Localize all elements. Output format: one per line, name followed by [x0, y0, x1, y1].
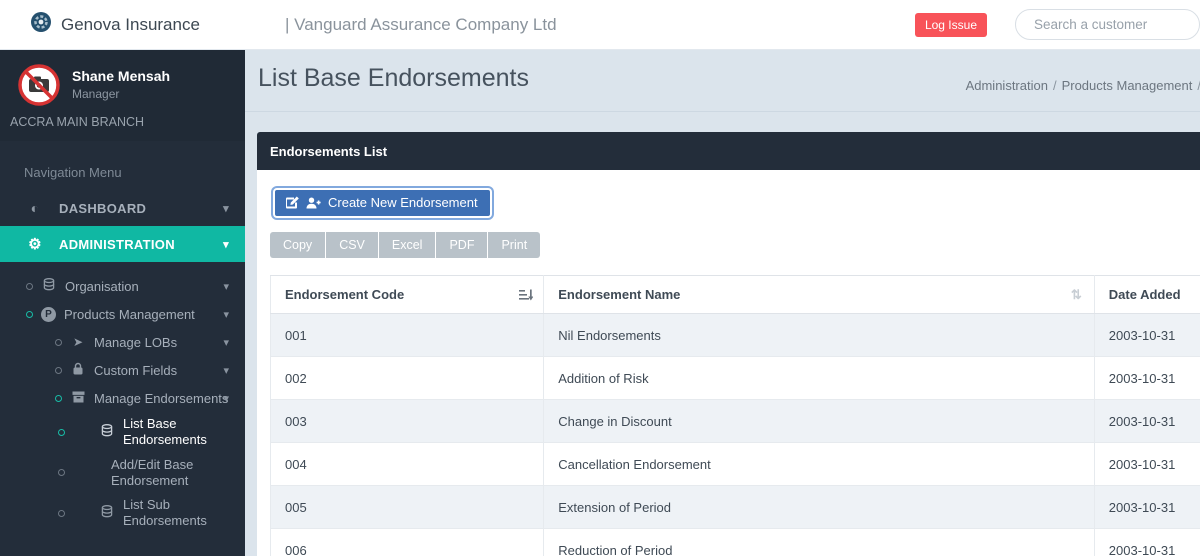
- sidebar-item-list-sub-endorsements[interactable]: List Sub Endorsements: [0, 493, 245, 534]
- products-icon: P: [41, 307, 56, 322]
- sidebar-item-manage-endorsements[interactable]: Manage Endorsements ▾: [0, 384, 245, 412]
- breadcrumb: Administration/Products Management/: [966, 64, 1200, 93]
- sidebar-item-dashboard[interactable]: ◐ DASHBOARD ▾: [0, 190, 245, 226]
- column-header-endorsement-name[interactable]: Endorsement Name ⇅: [544, 276, 1095, 314]
- sidebar-item-administration[interactable]: ⚙ ADMINISTRATION ▾: [0, 226, 245, 262]
- column-header-date-added[interactable]: Date Added: [1094, 276, 1200, 314]
- chevron-down-icon: ▾: [223, 238, 229, 251]
- bullet-icon: [58, 429, 65, 436]
- user-branch: ACCRA MAIN BRANCH: [10, 115, 235, 129]
- export-button-group: Copy CSV Excel PDF Print: [270, 232, 1200, 258]
- table-row[interactable]: 004 Cancellation Endorsement 2003-10-31: [271, 443, 1200, 486]
- breadcrumb-administration[interactable]: Administration: [966, 78, 1048, 93]
- archive-icon: [70, 390, 86, 406]
- bullet-icon: [58, 510, 65, 517]
- bullet-icon: [26, 283, 33, 290]
- navigation-menu-label: Navigation Menu: [0, 141, 245, 190]
- table-row[interactable]: 002 Addition of Risk 2003-10-31: [271, 357, 1200, 400]
- user-plus-icon: [306, 197, 321, 209]
- sidebar-item-add-edit-base-endorsement[interactable]: Add/Edit Base Endorsement: [0, 453, 245, 494]
- chevron-down-icon: ▾: [223, 336, 229, 349]
- sidebar-item-custom-fields[interactable]: Custom Fields ▾: [0, 356, 245, 384]
- chevron-down-icon: ▾: [223, 280, 229, 293]
- brand[interactable]: Genova Insurance: [0, 11, 245, 38]
- bullet-icon: [55, 339, 62, 346]
- stack-icon: [99, 424, 115, 440]
- topbar: Genova Insurance | Vanguard Assurance Co…: [0, 0, 1200, 50]
- chevron-down-icon: ▾: [223, 308, 229, 321]
- table-row[interactable]: 003 Change in Discount 2003-10-31: [271, 400, 1200, 443]
- column-header-endorsement-code[interactable]: Endorsement Code: [271, 276, 544, 314]
- sidebar-item-products-management[interactable]: P Products Management ▾: [0, 300, 245, 328]
- stack-icon: [99, 505, 115, 521]
- chevron-down-icon: ▾: [223, 202, 229, 215]
- dashboard-icon: ◐: [27, 200, 43, 216]
- excel-button[interactable]: Excel: [379, 232, 436, 258]
- create-new-endorsement-button[interactable]: Create New Endorsement: [273, 188, 492, 218]
- table-row[interactable]: 005 Extension of Period 2003-10-31: [271, 486, 1200, 529]
- sidebar-item-manage-lobs[interactable]: ➤ Manage LOBs ▾: [0, 328, 245, 356]
- gear-icon: ⚙: [27, 235, 43, 253]
- brand-name: Genova Insurance: [61, 15, 200, 35]
- topbar-right: Log Issue: [915, 9, 1200, 40]
- bullet-icon: [55, 367, 62, 374]
- endorsements-table: Endorsement Code: [270, 275, 1200, 556]
- panel-title: Endorsements List: [257, 132, 1200, 170]
- endorsements-panel: Endorsements List Crea: [257, 132, 1200, 556]
- breadcrumb-products-management[interactable]: Products Management: [1062, 78, 1193, 93]
- copy-button[interactable]: Copy: [270, 232, 325, 258]
- log-issue-button[interactable]: Log Issue: [915, 13, 987, 37]
- user-role: Manager: [72, 87, 170, 101]
- lock-icon: [70, 362, 86, 378]
- main-content: List Base Endorsements Administration/Pr…: [245, 50, 1200, 556]
- chevron-down-icon: ▾: [223, 392, 229, 405]
- print-button[interactable]: Print: [488, 232, 540, 258]
- bullet-icon: [58, 469, 65, 476]
- brand-logo-icon: [30, 11, 52, 38]
- no-photo-avatar-icon: [18, 64, 60, 111]
- company-name: | Vanguard Assurance Company Ltd: [285, 15, 557, 35]
- customer-search-input[interactable]: [1015, 9, 1200, 40]
- sidebar: Shane Mensah Manager ACCRA MAIN BRANCH N…: [0, 50, 245, 556]
- sort-both-icon[interactable]: ⇅: [1071, 287, 1082, 303]
- bullet-icon: [55, 395, 62, 402]
- edit-icon: [285, 196, 299, 209]
- sort-ascending-icon[interactable]: [519, 288, 533, 305]
- location-arrow-icon: ➤: [70, 335, 86, 349]
- csv-button[interactable]: CSV: [326, 232, 378, 258]
- table-row[interactable]: 006 Reduction of Period 2003-10-31: [271, 529, 1200, 556]
- sidebar-item-list-base-endorsements[interactable]: List Base Endorsements: [0, 412, 245, 453]
- user-name: Shane Mensah: [72, 68, 170, 84]
- chevron-down-icon: ▾: [223, 364, 229, 377]
- pdf-button[interactable]: PDF: [436, 232, 487, 258]
- sidebar-item-organisation[interactable]: Organisation ▾: [0, 272, 245, 300]
- bullet-icon: [26, 311, 33, 318]
- user-card: Shane Mensah Manager ACCRA MAIN BRANCH: [0, 50, 245, 141]
- organisation-icon: [41, 278, 57, 294]
- table-row[interactable]: 001 Nil Endorsements 2003-10-31: [271, 314, 1200, 357]
- page-title: List Base Endorsements: [258, 64, 529, 93]
